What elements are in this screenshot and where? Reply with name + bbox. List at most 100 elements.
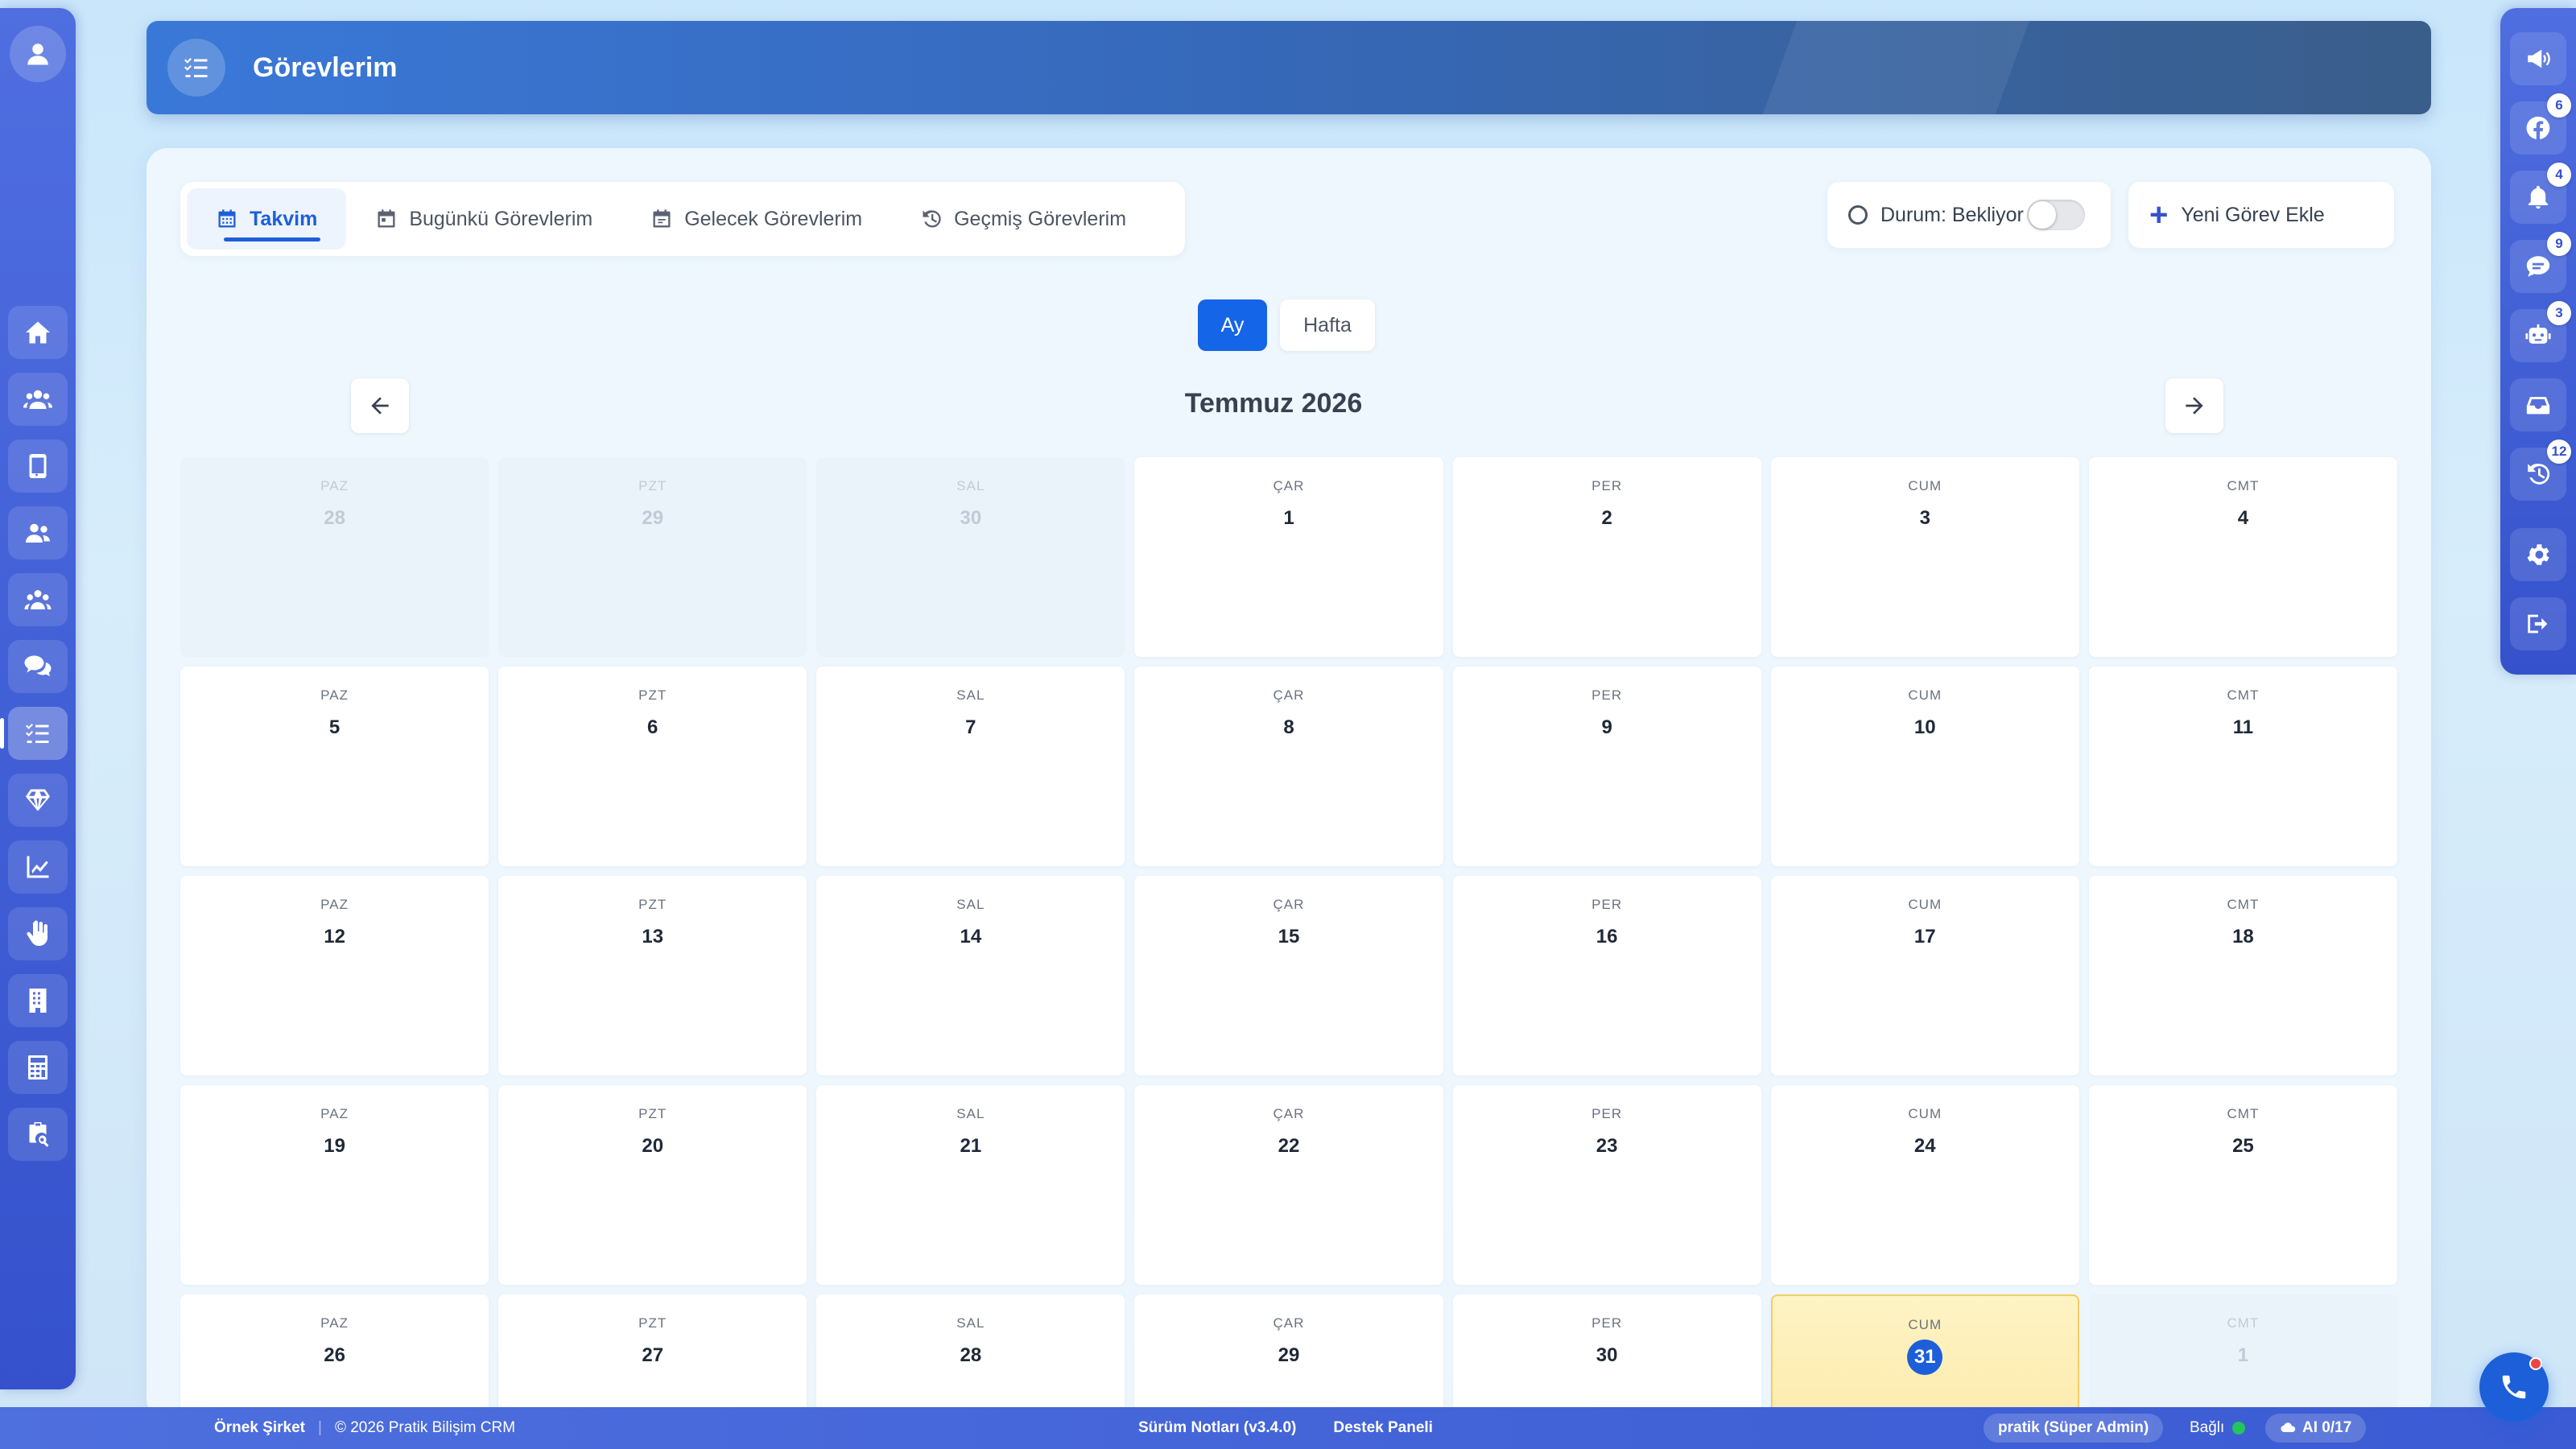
support-panel-link[interactable]: Destek Paneli <box>1333 1419 1433 1437</box>
calendar-day[interactable]: PAZ 12 <box>180 876 489 1075</box>
calendar-day[interactable]: CMT 4 <box>2088 457 2397 657</box>
day-number: 29 <box>1278 1344 1300 1366</box>
tab-0[interactable]: Takvim <box>187 188 347 250</box>
week-view-button[interactable]: Hafta <box>1280 299 1375 351</box>
calendar-day[interactable]: CUM 10 <box>1770 667 2079 866</box>
sidebar-item-diamond[interactable] <box>8 774 68 827</box>
calendar-day[interactable]: PZT 6 <box>498 667 807 866</box>
user-avatar[interactable] <box>10 26 66 82</box>
day-of-week: PZT <box>638 1315 667 1331</box>
month-view-button[interactable]: Ay <box>1198 299 1267 351</box>
right-sidebar: 6 4 9 3 12 <box>2500 8 2576 675</box>
calendar-day[interactable]: ÇAR 29 <box>1134 1294 1443 1420</box>
calendar-day[interactable]: PER 9 <box>1452 667 1761 866</box>
sidebar-item-chat[interactable] <box>8 640 68 693</box>
tasks-icon <box>26 724 49 743</box>
add-task-button[interactable]: + Yeni Görev Ekle <box>2128 182 2394 248</box>
release-notes-link[interactable]: Sürüm Notları (v3.4.0) <box>1138 1419 1296 1437</box>
history-icon <box>2528 464 2550 485</box>
tab-label: Geçmiş Görevlerim <box>954 207 1127 230</box>
calendar-day[interactable]: PZT 27 <box>498 1294 807 1420</box>
diamond-icon <box>26 789 50 811</box>
day-number: 22 <box>1278 1135 1300 1157</box>
sidebar-item-chart-line[interactable] <box>8 840 68 894</box>
day-number: 17 <box>1913 926 1936 947</box>
day-of-week: PZT <box>638 897 667 912</box>
user-badge[interactable]: pratik (Süper Admin) <box>1984 1414 2164 1443</box>
calendar-day[interactable]: CMT 1 <box>2088 1294 2397 1420</box>
day-number: 1 <box>2237 1344 2249 1366</box>
company-name: Örnek Şirket <box>214 1419 305 1436</box>
day-number: 12 <box>324 926 345 947</box>
calendar-future-icon <box>653 209 671 228</box>
right-item-message[interactable]: 9 <box>2510 232 2571 293</box>
notification-badge: 12 <box>2547 440 2571 464</box>
status-toggle[interactable] <box>2026 200 2085 230</box>
calendar-day[interactable]: SAL 30 <box>816 457 1125 657</box>
calendar-day[interactable]: CMT 25 <box>2088 1085 2397 1285</box>
connection-dot-icon <box>2232 1422 2246 1435</box>
sidebar-item-mobile[interactable] <box>8 440 68 493</box>
calendar-day[interactable]: SAL 7 <box>816 667 1125 866</box>
sidebar-item-hand[interactable] <box>8 907 68 960</box>
day-of-week: ÇAR <box>1273 1315 1305 1331</box>
calendar-day[interactable]: PZT 29 <box>498 457 807 657</box>
calendar-day[interactable]: SAL 14 <box>816 876 1125 1075</box>
prev-month-button[interactable] <box>351 378 409 433</box>
calendar-day[interactable]: CUM 3 <box>1770 457 2079 657</box>
calendar-day[interactable]: PER 30 <box>1452 1294 1761 1420</box>
calendar-day[interactable]: SAL 21 <box>816 1085 1125 1285</box>
sidebar-item-calculator[interactable] <box>8 1041 68 1094</box>
sidebar-item-user-group[interactable] <box>8 506 68 559</box>
calendar-day[interactable]: PAZ 5 <box>180 667 489 866</box>
day-number: 9 <box>1601 716 1612 738</box>
calendar-day[interactable]: CMT 11 <box>2088 667 2397 866</box>
day-number: 11 <box>2232 716 2254 738</box>
day-number: 18 <box>2232 926 2254 947</box>
sidebar-item-clipboard-search[interactable] <box>8 1108 68 1161</box>
calendar-day[interactable]: PAZ 26 <box>180 1294 489 1420</box>
clipboard-search-icon <box>29 1122 49 1147</box>
right-item-robot[interactable]: 3 <box>2510 301 2571 362</box>
calendar-day[interactable]: PZT 20 <box>498 1085 807 1285</box>
day-of-week: PER <box>1591 1315 1623 1331</box>
calendar-day-today[interactable]: CUM 31 <box>1770 1294 2079 1420</box>
sidebar-item-tasks[interactable] <box>0 707 68 760</box>
calendar-day[interactable]: PER 2 <box>1452 457 1761 657</box>
ai-usage-badge[interactable]: AI 0/17 <box>2265 1414 2367 1443</box>
sidebar-item-home[interactable] <box>8 306 68 359</box>
calendar-day[interactable]: PAZ 19 <box>180 1085 489 1285</box>
sidebar-item-users[interactable] <box>8 373 68 426</box>
right-item-facebook[interactable]: 6 <box>2510 93 2571 155</box>
tab-3[interactable]: Geçmiş Görevlerim <box>891 188 1155 250</box>
day-of-week: ÇAR <box>1273 1106 1305 1121</box>
next-month-button[interactable] <box>2165 378 2223 433</box>
calendar-day[interactable]: ÇAR 15 <box>1134 876 1443 1075</box>
sidebar-item-building[interactable] <box>8 974 68 1027</box>
calendar-day[interactable]: CUM 24 <box>1770 1085 2079 1285</box>
call-button[interactable] <box>2479 1352 2549 1422</box>
tab-2[interactable]: Gelecek Görevlerim <box>621 188 891 250</box>
calendar-day[interactable]: PER 16 <box>1452 876 1761 1075</box>
calendar-day[interactable]: ÇAR 1 <box>1134 457 1443 657</box>
calendar-day[interactable]: PER 23 <box>1452 1085 1761 1285</box>
tab-1[interactable]: Bugünkü Görevlerim <box>346 188 621 250</box>
day-of-week: PZT <box>638 478 667 493</box>
right-item-history[interactable]: 12 <box>2510 440 2571 501</box>
right-item-logout[interactable] <box>2510 597 2566 650</box>
calendar-day[interactable]: ÇAR 8 <box>1134 667 1443 866</box>
right-item-megaphone[interactable] <box>2510 32 2566 85</box>
right-item-gear[interactable] <box>2510 528 2566 581</box>
right-item-inbox[interactable] <box>2510 378 2566 431</box>
footer-divider: | <box>318 1419 322 1436</box>
calendar-day[interactable]: SAL 28 <box>816 1294 1125 1420</box>
right-item-bell[interactable]: 4 <box>2510 163 2571 224</box>
calendar-day[interactable]: CUM 17 <box>1770 876 2079 1075</box>
sidebar-item-team[interactable] <box>8 573 68 626</box>
calendar-day[interactable]: PAZ 28 <box>180 457 489 657</box>
status-filter[interactable]: Durum: Bekliyor <box>1827 182 2111 248</box>
calendar-day[interactable]: PZT 13 <box>498 876 807 1075</box>
calendar-day[interactable]: CMT 18 <box>2088 876 2397 1075</box>
calendar-day[interactable]: ÇAR 22 <box>1134 1085 1443 1285</box>
day-number: 6 <box>647 716 658 738</box>
